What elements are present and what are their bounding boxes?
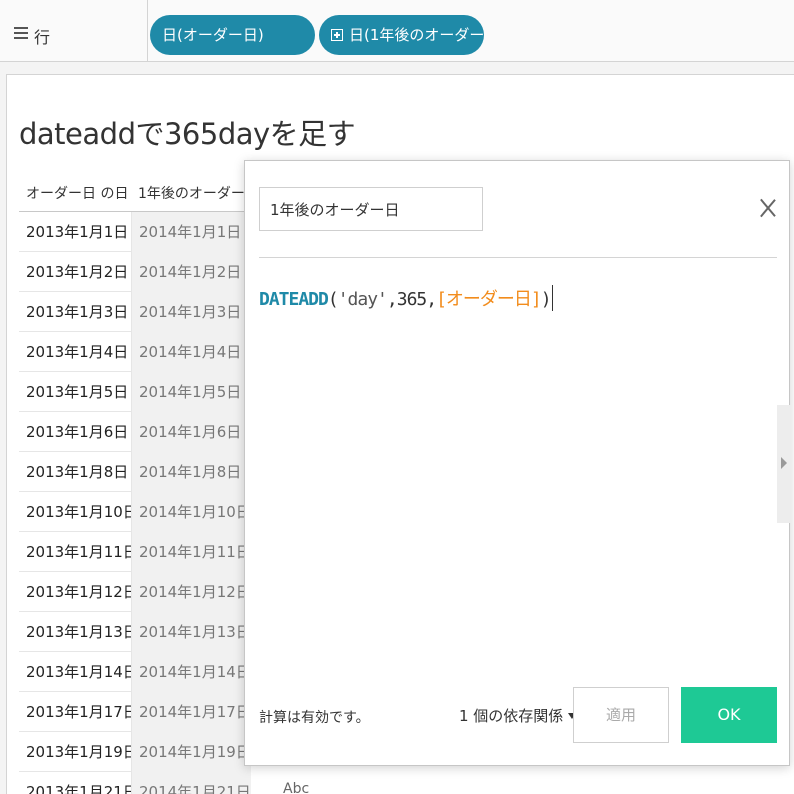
calculation-dialog: DATEADD('day',365,[オーダー日]) 計算は有効です。 1 個の…	[244, 160, 791, 766]
one-year-later-cell[interactable]: 2014年1月17日	[131, 692, 251, 732]
formula-string: 'day'	[337, 289, 388, 310]
column-header-one-year-later[interactable]: 1年後のオーダー..	[138, 183, 254, 203]
order-date-cell[interactable]: 2013年1月19日	[19, 732, 138, 772]
one-year-later-cell[interactable]: 2014年1月5日	[131, 372, 251, 412]
pill-one-year-later-day[interactable]: 日(1年後のオーダー..	[319, 15, 484, 55]
dependencies-label: 1 個の依存関係	[459, 707, 564, 725]
list-icon	[14, 27, 28, 40]
sheet-title: dateaddで365dayを足す	[19, 117, 356, 151]
table-row[interactable]: 2013年1月11日 2014年1月11日	[19, 532, 251, 572]
formula-paren-open: (	[327, 289, 339, 310]
one-year-later-cell[interactable]: 2014年1月19日	[131, 732, 251, 772]
pill-order-date-day[interactable]: 日(オーダー日)	[150, 15, 315, 55]
table-row[interactable]: 2013年1月2日 2014年1月2日	[19, 252, 251, 292]
pill-label: 日(1年後のオーダー..	[349, 26, 484, 44]
plus-box-icon[interactable]	[331, 29, 343, 41]
order-date-cell[interactable]: 2013年1月21日	[19, 772, 138, 794]
order-date-cell[interactable]: 2013年1月17日	[19, 692, 138, 732]
ok-button[interactable]: OK	[681, 687, 777, 743]
abc-label: Abc	[283, 781, 310, 794]
formula-comma: ,	[386, 289, 398, 310]
table-row[interactable]: 2013年1月19日 2014年1月19日	[19, 732, 251, 772]
table-row[interactable]: 2013年1月3日 2014年1月3日	[19, 292, 251, 332]
one-year-later-cell[interactable]: 2014年1月8日	[131, 452, 251, 492]
one-year-later-cell[interactable]: 2014年1月6日	[131, 412, 251, 452]
table-row[interactable]: 2013年1月1日 2014年1月1日	[19, 212, 251, 252]
formula-comma: ,	[426, 289, 437, 310]
table-row[interactable]: 2013年1月12日 2014年1月12日	[19, 572, 251, 612]
order-date-cell[interactable]: 2013年1月5日	[19, 372, 131, 412]
formula-function: DATEADD	[259, 289, 329, 310]
one-year-later-cell[interactable]: 2014年1月1日	[131, 212, 251, 252]
order-date-cell[interactable]: 2013年1月3日	[19, 292, 131, 332]
table-row[interactable]: 2013年1月8日 2014年1月8日	[19, 452, 251, 492]
one-year-later-cell[interactable]: 2014年1月10日	[131, 492, 251, 532]
formula-paren-close: )	[540, 289, 552, 310]
order-date-cell[interactable]: 2013年1月11日	[19, 532, 138, 572]
table-row[interactable]: 2013年1月10日 2014年1月10日	[19, 492, 251, 532]
formula-number: 365	[396, 289, 427, 310]
one-year-later-cell[interactable]: 2014年1月21日	[131, 772, 251, 794]
shelf-label: 行	[34, 28, 51, 47]
one-year-later-cell[interactable]: 2014年1月2日	[131, 252, 251, 292]
dependencies-dropdown[interactable]: 1 個の依存関係	[459, 705, 577, 726]
order-date-cell[interactable]: 2013年1月1日	[19, 212, 131, 252]
one-year-later-cell[interactable]: 2014年1月12日	[131, 572, 251, 612]
one-year-later-cell[interactable]: 2014年1月14日	[131, 652, 251, 692]
table-row[interactable]: 2013年1月17日 2014年1月17日	[19, 692, 251, 732]
one-year-later-cell[interactable]: 2014年1月11日	[131, 532, 251, 572]
formula-field: [オーダー日]	[436, 289, 542, 310]
one-year-later-cell[interactable]: 2014年1月3日	[131, 292, 251, 332]
formula-editor[interactable]: DATEADD('day',365,[オーダー日])	[259, 285, 554, 311]
order-date-cell[interactable]: 2013年1月2日	[19, 252, 131, 292]
order-date-cell[interactable]: 2013年1月13日	[19, 612, 138, 652]
column-header-order-date[interactable]: オーダー日 の日	[26, 183, 128, 203]
order-date-cell[interactable]: 2013年1月4日	[19, 332, 131, 372]
table-row[interactable]: 2013年1月13日 2014年1月13日	[19, 612, 251, 652]
chevron-right-icon[interactable]	[777, 405, 791, 523]
one-year-later-cell[interactable]: 2014年1月4日	[131, 332, 251, 372]
table-row[interactable]: 2013年1月4日 2014年1月4日	[19, 332, 251, 372]
close-icon[interactable]	[757, 197, 779, 219]
text-cursor	[551, 285, 554, 311]
rows-shelf: 行 日(オーダー日) 日(1年後のオーダー..	[0, 0, 794, 62]
order-date-cell[interactable]: 2013年1月12日	[19, 572, 138, 612]
order-date-cell[interactable]: 2013年1月6日	[19, 412, 131, 452]
table-row[interactable]: 2013年1月6日 2014年1月6日	[19, 412, 251, 452]
calculation-name-input[interactable]	[259, 187, 483, 231]
table-row[interactable]: 2013年1月5日 2014年1月5日	[19, 372, 251, 412]
one-year-later-cell[interactable]: 2014年1月13日	[131, 612, 251, 652]
order-date-cell[interactable]: 2013年1月10日	[19, 492, 138, 532]
validation-status: 計算は有効です。	[259, 710, 370, 726]
apply-button[interactable]: 適用	[573, 687, 669, 743]
order-date-cell[interactable]: 2013年1月14日	[19, 652, 138, 692]
pill-label: 日(オーダー日)	[162, 26, 264, 44]
table-row[interactable]: 2013年1月14日 2014年1月14日	[19, 652, 251, 692]
table-row[interactable]: 2013年1月21日 2014年1月21日	[19, 772, 251, 794]
dialog-divider	[259, 257, 777, 258]
order-date-cell[interactable]: 2013年1月8日	[19, 452, 131, 492]
shelf-label-area: 行	[0, 0, 148, 62]
table-body: 2013年1月1日 2014年1月1日 2013年1月2日 2014年1月2日 2013…	[19, 212, 251, 794]
